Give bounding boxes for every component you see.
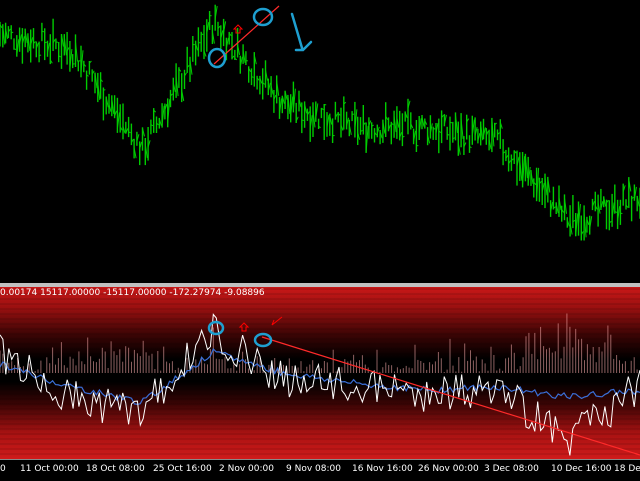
down-pointer-annotation-icon bbox=[292, 14, 311, 50]
time-axis-label: 18 Oct 08:00 bbox=[86, 464, 145, 474]
indicator-value-1: 0.00174 bbox=[0, 288, 37, 298]
indicator-chart-svg bbox=[0, 287, 640, 459]
price-bar-tick bbox=[39, 55, 41, 56]
price-bar-tick bbox=[402, 136, 404, 137]
price-bar-tick bbox=[252, 77, 254, 78]
time-axis-label: 10 Dec 16:00 bbox=[551, 464, 612, 474]
time-axis-label: 18 Dec 00 bbox=[614, 464, 640, 474]
price-bar-tick bbox=[450, 122, 452, 123]
time-axis-label: 3 Dec 08:00 bbox=[484, 464, 539, 474]
time-axis-label: 2 Nov 00:00 bbox=[219, 464, 274, 474]
time-axis-label: 0 bbox=[0, 464, 6, 474]
indicator-header: 0.00174 15117.00000 -15117.00000 -172.27… bbox=[0, 287, 265, 299]
time-axis-label: 11 Oct 00:00 bbox=[20, 464, 79, 474]
price-bar-tick bbox=[103, 90, 105, 91]
price-chart-panel[interactable] bbox=[0, 0, 640, 283]
indicator-value-5: -9.08896 bbox=[224, 288, 264, 298]
indicator-value-2: 15117.00000 bbox=[40, 288, 100, 298]
circle-marker-icon bbox=[254, 9, 272, 25]
time-axis-label: 16 Nov 16:00 bbox=[352, 464, 413, 474]
price-bar-tick bbox=[302, 120, 304, 121]
price-chart-svg bbox=[0, 0, 640, 283]
indicator-value-3: -15117.00000 bbox=[103, 288, 166, 298]
time-axis-label: 9 Nov 08:00 bbox=[286, 464, 341, 474]
indicator-value-4: -172.27974 bbox=[169, 288, 221, 298]
time-axis-label: 26 Nov 00:00 bbox=[418, 464, 479, 474]
price-bar-tick bbox=[78, 61, 80, 62]
indicator-panel[interactable] bbox=[0, 287, 640, 459]
time-axis-label: 25 Oct 16:00 bbox=[153, 464, 212, 474]
circle-marker-icon bbox=[209, 49, 225, 67]
time-axis: 0 11 Oct 00:00 18 Oct 08:00 25 Oct 16:00… bbox=[0, 459, 640, 481]
price-bar-tick bbox=[129, 132, 131, 133]
